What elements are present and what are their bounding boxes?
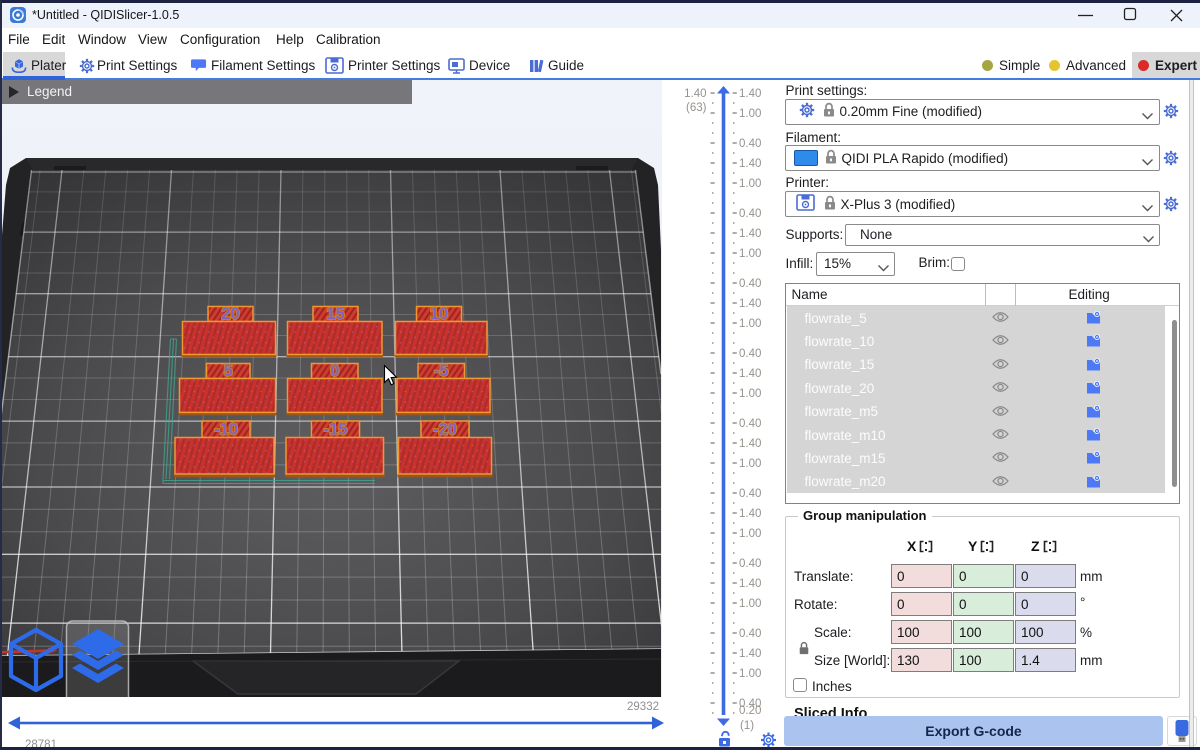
svg-text:-10: -10 [214,420,238,438]
svg-text:1.40: 1.40 [739,158,761,170]
svg-text:1.00: 1.00 [739,178,761,190]
svg-text:1.00: 1.00 [739,318,761,330]
svg-text:0.40: 0.40 [739,558,761,570]
svg-text:1.40: 1.40 [739,438,761,450]
svg-text:0.40: 0.40 [739,348,761,360]
svg-text:1.00: 1.00 [739,668,761,680]
svg-text:1.00: 1.00 [739,248,761,260]
svg-text:1.00: 1.00 [739,388,761,400]
svg-text:1.00: 1.00 [739,528,761,540]
svg-text:0.40: 0.40 [739,278,761,290]
svg-text:0: 0 [330,362,339,380]
svg-text:(63): (63) [686,102,707,114]
svg-text:0.40: 0.40 [739,138,761,150]
svg-text:0.20: 0.20 [739,705,761,717]
svg-text:-15: -15 [324,420,348,438]
svg-text:10: 10 [430,305,448,323]
svg-text:1.40: 1.40 [684,88,706,100]
svg-text:-20: -20 [433,420,457,438]
svg-text:(1): (1) [740,720,754,732]
svg-text:1.40: 1.40 [739,508,761,520]
svg-text:0.40: 0.40 [739,628,761,640]
svg-text:1.00: 1.00 [739,458,761,470]
svg-text:15: 15 [326,305,344,323]
svg-text:-5: -5 [434,362,449,380]
svg-text:1.00: 1.00 [739,598,761,610]
svg-text:1.40: 1.40 [739,648,761,660]
svg-text:1.00: 1.00 [739,108,761,120]
svg-text:0.40: 0.40 [739,418,761,430]
svg-text:1.40: 1.40 [739,368,761,380]
svg-text:0.40: 0.40 [739,488,761,500]
svg-text:1.40: 1.40 [739,228,761,240]
svg-text:20: 20 [221,305,239,323]
svg-text:29332: 29332 [627,701,659,713]
svg-text:0.40: 0.40 [739,208,761,220]
svg-text:5: 5 [224,362,233,380]
svg-text:1.40: 1.40 [739,88,761,100]
svg-text:1.40: 1.40 [739,578,761,590]
svg-text:1.40: 1.40 [739,298,761,310]
